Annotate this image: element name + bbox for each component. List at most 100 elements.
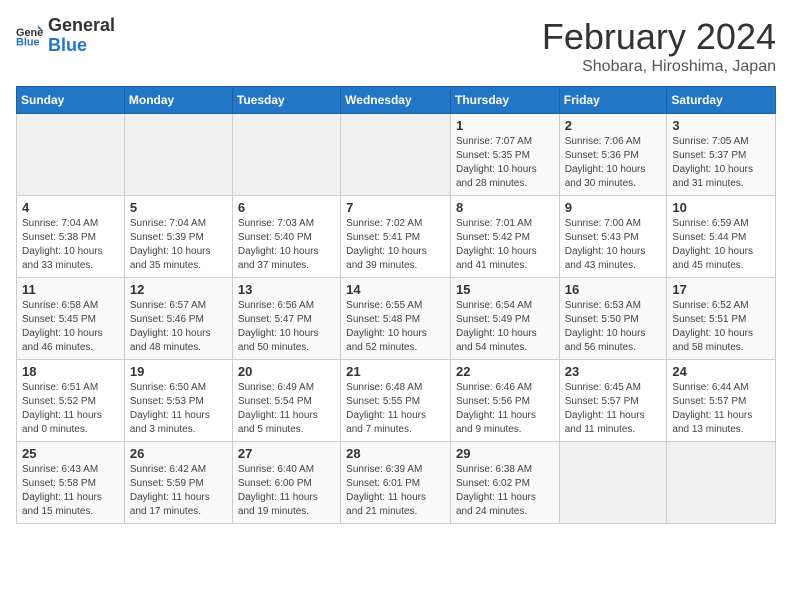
day-number: 27: [238, 446, 335, 461]
sunset-label: Sunset: 5:42 PM: [456, 232, 530, 243]
sunset-label: Sunset: 5:37 PM: [672, 150, 746, 161]
sunset-label: Sunset: 5:55 PM: [346, 396, 420, 407]
day-number: 13: [238, 282, 335, 297]
calendar-cell: 20Sunrise: 6:49 AMSunset: 5:54 PMDayligh…: [232, 360, 340, 442]
calendar-cell: [232, 114, 340, 196]
day-info: Sunrise: 6:45 AMSunset: 5:57 PMDaylight:…: [565, 381, 662, 437]
day-info: Sunrise: 7:03 AMSunset: 5:40 PMDaylight:…: [238, 217, 335, 273]
day-info: Sunrise: 6:42 AMSunset: 5:59 PMDaylight:…: [130, 463, 227, 519]
weekday-header-monday: Monday: [124, 87, 232, 114]
sunset-label: Sunset: 5:44 PM: [672, 232, 746, 243]
day-number: 9: [565, 200, 662, 215]
day-info: Sunrise: 6:58 AMSunset: 5:45 PMDaylight:…: [22, 299, 119, 355]
sunrise-label: Sunrise: 6:43 AM: [22, 464, 98, 475]
sunrise-label: Sunrise: 6:59 AM: [672, 218, 748, 229]
calendar-cell: 18Sunrise: 6:51 AMSunset: 5:52 PMDayligh…: [17, 360, 125, 442]
sunrise-label: Sunrise: 6:40 AM: [238, 464, 314, 475]
calendar-header-row: SundayMondayTuesdayWednesdayThursdayFrid…: [17, 87, 776, 114]
daylight-label: Daylight: 10 hours and 30 minutes.: [565, 164, 646, 189]
weekday-header-tuesday: Tuesday: [232, 87, 340, 114]
sunrise-label: Sunrise: 7:03 AM: [238, 218, 314, 229]
sunrise-label: Sunrise: 7:05 AM: [672, 136, 748, 147]
day-info: Sunrise: 6:51 AMSunset: 5:52 PMDaylight:…: [22, 381, 119, 437]
calendar-cell: 13 Sunrise: 6:56 AM Sunset: 5:47 PM Dayligh…: [232, 278, 340, 360]
day-info: Sunrise: 6:59 AMSunset: 5:44 PMDaylight:…: [672, 217, 770, 273]
calendar-cell: 10Sunrise: 6:59 AMSunset: 5:44 PMDayligh…: [667, 196, 776, 278]
sunset-label: Sunset: 5:51 PM: [672, 314, 746, 325]
sunrise-label: Sunrise: 6:56 AM: [238, 300, 314, 311]
calendar-cell: 15 Sunrise: 6:54 AMSunset: 5:49 PMDayligh…: [450, 278, 559, 360]
day-info: Sunrise: 7:04 AMSunset: 5:39 PMDaylight:…: [130, 217, 227, 273]
weekday-header-sunday: Sunday: [17, 87, 125, 114]
day-info: Sunrise: 7:06 AM Sunset: 5:36 PM Daylight:…: [565, 135, 662, 191]
calendar-table: SundayMondayTuesdayWednesdayThursdayFrid…: [16, 86, 776, 524]
calendar-week-row: 1Sunrise: 7:07 AMSunset: 5:35 PMDaylight…: [17, 114, 776, 196]
day-info: Sunrise: 6:39 AMSunset: 6:01 PMDaylight:…: [346, 463, 445, 519]
day-info: Sunrise: 7:07 AMSunset: 5:35 PMDaylight:…: [456, 135, 554, 191]
day-info: Sunrise: 6:52 AMSunset: 5:51 PMDaylight:…: [672, 299, 770, 355]
day-info: Sunrise: 6:55 AMSunset: 5:48 PMDaylight:…: [346, 299, 445, 355]
daylight-label: Daylight: 10 hours and 39 minutes.: [346, 246, 427, 271]
sunset-label: Sunset: 5:53 PM: [130, 396, 204, 407]
month-title: February 2024: [542, 16, 776, 58]
calendar-week-row: 4Sunrise: 7:04 AMSunset: 5:38 PMDaylight…: [17, 196, 776, 278]
calendar-week-row: 11Sunrise: 6:58 AMSunset: 5:45 PMDayligh…: [17, 278, 776, 360]
day-info: Sunrise: 7:05 AM Sunset: 5:37 PM Daylight:…: [672, 135, 770, 191]
sunrise-label: Sunrise: 7:04 AM: [22, 218, 98, 229]
day-number: 19: [130, 364, 227, 379]
calendar-cell: 16Sunrise: 6:53 AMSunset: 5:50 PMDayligh…: [559, 278, 667, 360]
sunrise-label: Sunrise: 6:46 AM: [456, 382, 532, 393]
calendar-cell: 17 Sunrise: 6:52 AMSunset: 5:51 PMDayligh…: [667, 278, 776, 360]
sunset-label: Sunset: 5:47 PM: [238, 314, 312, 325]
day-number: 25: [22, 446, 119, 461]
calendar-cell: 26Sunrise: 6:42 AMSunset: 5:59 PMDayligh…: [124, 442, 232, 524]
sunset-label: Sunset: 5:56 PM: [456, 396, 530, 407]
day-number: 15: [456, 282, 554, 297]
day-info: Sunrise: 6:54 AMSunset: 5:49 PMDaylight:…: [456, 299, 554, 355]
sunrise-label: Sunrise: 6:44 AM: [672, 382, 748, 393]
sunrise-label: Sunrise: 7:07 AM: [456, 136, 532, 147]
sunset-label: Sunset: 5:46 PM: [130, 314, 204, 325]
daylight-label: Daylight: 11 hours and 13 minutes.: [672, 410, 752, 435]
sunrise-label: Sunrise: 6:45 AM: [565, 382, 641, 393]
sunset-label: Sunset: 5:36 PM: [565, 150, 639, 161]
daylight-label: Daylight: 11 hours and 9 minutes.: [456, 410, 536, 435]
day-number: 2: [565, 118, 662, 133]
day-number: 10: [672, 200, 770, 215]
sunset-label: Sunset: 5:57 PM: [565, 396, 639, 407]
daylight-label: Daylight: 10 hours and 33 minutes.: [22, 246, 103, 271]
day-info: Sunrise: 6:46 AM Sunset: 5:56 PM Daylight:…: [456, 381, 554, 437]
sunrise-label: Sunrise: 6:54 AM: [456, 300, 532, 311]
day-number: 17: [672, 282, 770, 297]
day-info: Sunrise: 6:56 AM Sunset: 5:47 PM Daylight:…: [238, 299, 335, 355]
day-info: Sunrise: 6:57 AMSunset: 5:46 PMDaylight:…: [130, 299, 227, 355]
sunrise-label: Sunrise: 6:38 AM: [456, 464, 532, 475]
logo-blue: Blue: [48, 36, 115, 56]
daylight-label: Daylight: 10 hours and 31 minutes.: [672, 164, 753, 189]
calendar-cell: 27Sunrise: 6:40 AMSunset: 6:00 PMDayligh…: [232, 442, 340, 524]
daylight-label: Daylight: 11 hours and 17 minutes.: [130, 492, 210, 517]
day-info: Sunrise: 7:02 AMSunset: 5:41 PMDaylight:…: [346, 217, 445, 273]
day-number: 4: [22, 200, 119, 215]
calendar-cell: 19Sunrise: 6:50 AMSunset: 5:53 PMDayligh…: [124, 360, 232, 442]
sunset-label: Sunset: 5:43 PM: [565, 232, 639, 243]
sunset-label: Sunset: 5:50 PM: [565, 314, 639, 325]
calendar-cell: 22Sunrise: 6:46 AMSunset: 5:56 PMDayligh…: [450, 360, 559, 442]
calendar-cell: 8Sunrise: 7:01 AMSunset: 5:42 PMDaylight…: [450, 196, 559, 278]
daylight-label: Daylight: 10 hours and 50 minutes.: [238, 328, 319, 353]
sunrise-label: Sunrise: 6:50 AM: [130, 382, 206, 393]
sunrise-label: Sunrise: 6:58 AM: [22, 300, 98, 311]
day-info: Sunrise: 7:00 AMSunset: 5:43 PMDaylight:…: [565, 217, 662, 273]
calendar-cell: 25Sunrise: 6:43 AMSunset: 5:58 PMDayligh…: [17, 442, 125, 524]
calendar-cell: [559, 442, 667, 524]
calendar-cell: 1Sunrise: 7:07 AMSunset: 5:35 PMDaylight…: [450, 114, 559, 196]
calendar-cell: 2 Sunrise: 7:06 AM Sunset: 5:36 PM Daylight…: [559, 114, 667, 196]
daylight-label: Daylight: 11 hours and 21 minutes.: [346, 492, 426, 517]
sunset-label: Sunset: 5:54 PM: [238, 396, 312, 407]
logo-icon: General Blue: [16, 22, 44, 50]
day-number: 21: [346, 364, 445, 379]
calendar-cell: 21Sunrise: 6:48 AMSunset: 5:55 PMDayligh…: [341, 360, 451, 442]
sunrise-label: Sunrise: 7:06 AM: [565, 136, 641, 147]
day-info: Sunrise: 6:44 AMSunset: 5:57 PMDaylight:…: [672, 381, 770, 437]
day-info: Sunrise: 6:53 AMSunset: 5:50 PMDaylight:…: [565, 299, 662, 355]
